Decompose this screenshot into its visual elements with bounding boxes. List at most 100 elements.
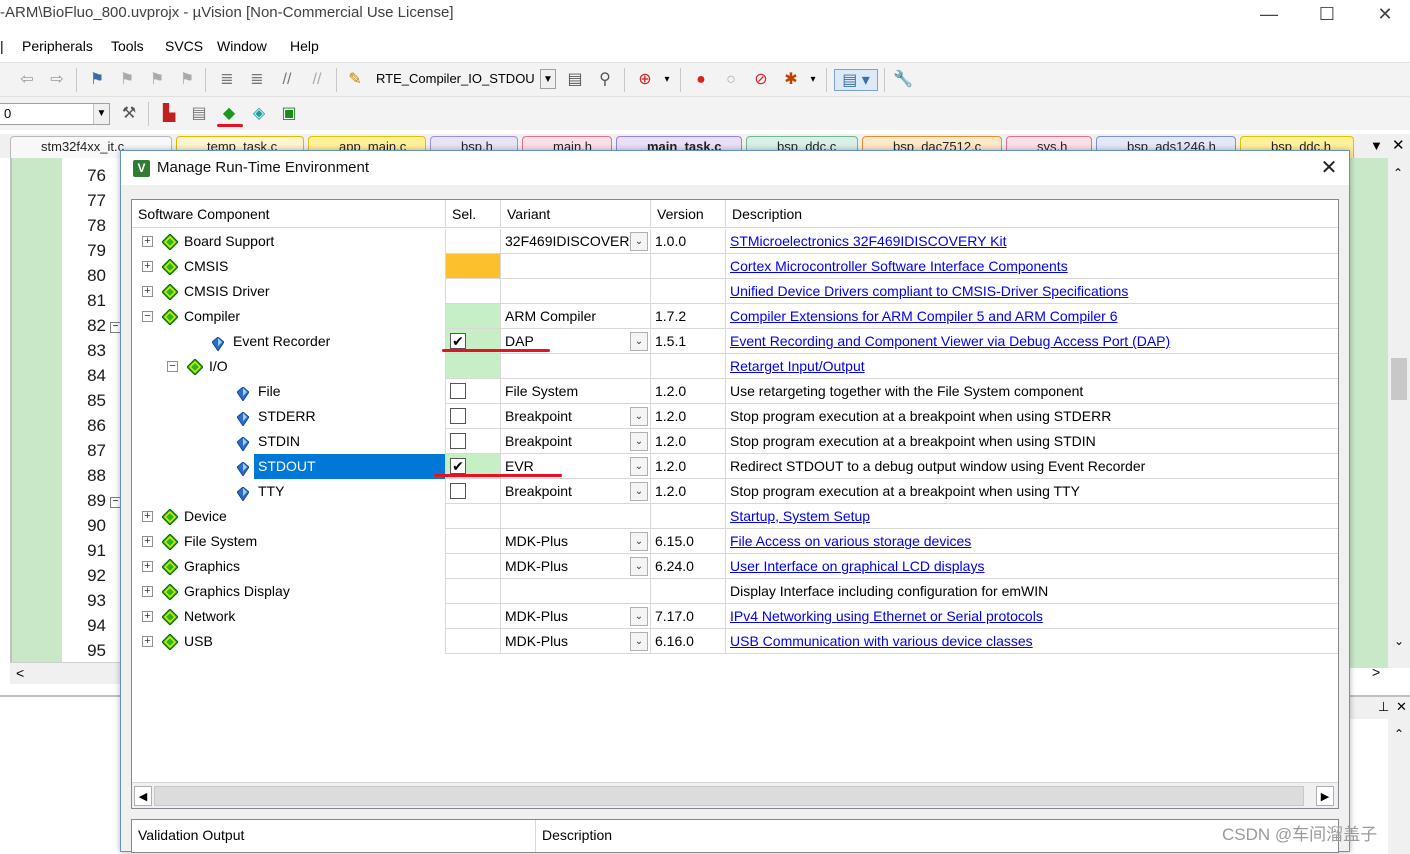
indent-icon[interactable]: ≣ (216, 69, 238, 91)
column-header-description[interactable]: Description (726, 200, 1338, 228)
description-cell[interactable]: STMicroelectronics 32F469IDISCOVERY Kit (726, 229, 1338, 254)
description-cell[interactable]: File Access on various storage devices (726, 529, 1338, 554)
uncomment-icon[interactable]: // (306, 69, 328, 91)
chevron-down-icon[interactable]: ⌄ (630, 457, 648, 476)
component-row[interactable]: − I/O Retarget Input/Output (132, 354, 1338, 379)
description-link[interactable]: File Access on various storage devices (730, 533, 971, 549)
expand-icon[interactable]: + (142, 536, 153, 547)
component-row[interactable]: + File System MDK-Plus ⌄ 6.15.0 File Access o… (132, 529, 1338, 554)
component-row[interactable]: + Device Startup, System Setup (132, 504, 1338, 529)
maximize-button[interactable]: ☐ (1304, 2, 1350, 28)
bookmark-icon[interactable]: ⚑ (86, 69, 108, 91)
target-options-icon[interactable]: ⚒ (118, 103, 140, 125)
menu-svcs[interactable]: SVCS (165, 38, 203, 54)
selection-cell[interactable] (446, 554, 501, 579)
variant-cell[interactable]: Breakpoint ⌄ (501, 429, 651, 454)
prev-bookmark-icon[interactable]: ⚑ (116, 69, 138, 91)
back-icon[interactable]: ⇦ (16, 69, 38, 91)
description-link[interactable]: STMicroelectronics 32F469IDISCOVERY Kit (730, 233, 1006, 249)
column-header-validation-description[interactable]: Description (536, 820, 1338, 852)
component-row[interactable]: + Network MDK-Plus ⌄ 7.17.0 IPv4 Networking u… (132, 604, 1338, 629)
dialog-close-button[interactable]: ✕ (1317, 156, 1341, 180)
chevron-down-icon[interactable]: ⌄ (630, 332, 648, 351)
pack-installer-icon[interactable]: ▣ (278, 103, 300, 125)
collapse-icon[interactable]: − (142, 311, 153, 322)
component-row[interactable]: STDIN Breakpoint ⌄ 1.2.0 Stop program execut… (132, 429, 1338, 454)
expand-icon[interactable]: + (142, 511, 153, 522)
selection-cell[interactable] (446, 579, 501, 604)
description-link[interactable]: Compiler Extensions for ARM Compiler 5 a… (730, 308, 1117, 324)
selection-cell[interactable] (446, 629, 501, 654)
selection-cell[interactable] (446, 604, 501, 629)
select-checkbox[interactable] (450, 383, 466, 399)
column-header-component[interactable]: Software Component (132, 200, 446, 228)
grid-horizontal-scrollbar[interactable]: ◀ ▶ (132, 782, 1338, 808)
debug-session-icon[interactable]: ⊕ (634, 69, 656, 91)
close-tab-icon[interactable]: ✕ (1392, 136, 1405, 154)
find-in-files-icon[interactable]: ✎ (344, 69, 366, 91)
editor-vertical-scrollbar[interactable]: ⌃ ⌄ (1388, 158, 1410, 668)
select-checkbox[interactable] (450, 433, 466, 449)
chevron-down-icon[interactable]: ⌄ (630, 557, 648, 576)
copy-icon[interactable]: ▤ (188, 103, 210, 125)
component-row[interactable]: + Graphics Display Display Interface inclu… (132, 579, 1338, 604)
select-checkbox[interactable]: ✔ (450, 458, 466, 474)
manage-rte-icon[interactable]: ◆ (218, 103, 240, 125)
column-header-variant[interactable]: Variant (501, 200, 651, 228)
variant-cell[interactable]: Breakpoint ⌄ (501, 479, 651, 504)
component-row[interactable]: Event Recorder ✔ DAP ⌄ 1.5.1 Event Recording … (132, 329, 1338, 354)
description-link[interactable]: Event Recording and Component Viewer via… (730, 333, 1170, 349)
column-header-version[interactable]: Version (651, 200, 726, 228)
chevron-down-icon[interactable]: ⌄ (630, 632, 648, 651)
component-row[interactable]: TTY Breakpoint ⌄ 1.2.0 Stop program executio… (132, 479, 1338, 504)
selection-cell[interactable] (446, 279, 501, 304)
variant-cell[interactable]: MDK-Plus ⌄ (501, 604, 651, 629)
scroll-left-icon[interactable]: ◀ (134, 786, 152, 806)
select-checkbox[interactable]: ✔ (450, 333, 466, 349)
description-link[interactable]: USB Communication with various device cl… (730, 633, 1033, 649)
selection-cell[interactable] (446, 479, 501, 504)
chevron-down-icon[interactable]: ⌄ (630, 232, 648, 251)
next-bookmark-icon[interactable]: ⚑ (146, 69, 168, 91)
breakpoint-icon[interactable]: ● (690, 69, 712, 91)
column-header-sel[interactable]: Sel. (446, 200, 501, 228)
selection-cell[interactable] (446, 354, 501, 379)
variant-cell[interactable]: 32F469IDISCOVERY ⌄ (501, 229, 651, 254)
expand-icon[interactable]: + (142, 586, 153, 597)
select-packs-icon[interactable]: ◈ (248, 103, 270, 125)
description-link[interactable]: Retarget Input/Output (730, 358, 865, 374)
kill-breakpoints-icon[interactable]: ✱ (780, 69, 802, 91)
component-row[interactable]: + Board Support 32F469IDISCOVERY ⌄ 1.0.0 STMi… (132, 229, 1338, 254)
incremental-find-icon[interactable]: ⚲ (594, 69, 616, 91)
scroll-left-icon[interactable]: < (16, 665, 24, 681)
chevron-down-icon[interactable]: ⌄ (630, 607, 648, 626)
expand-icon[interactable]: + (142, 261, 153, 272)
scroll-down-icon[interactable]: ⌄ (1394, 634, 1404, 648)
chevron-down-icon[interactable]: ⌄ (630, 482, 648, 501)
menu-peripherals[interactable]: Peripherals (22, 38, 93, 54)
tab-list-icon[interactable]: ▼ (1370, 138, 1383, 153)
description-link[interactable]: Unified Device Drivers compliant to CMSI… (730, 283, 1128, 299)
disable-all-breakpoints-icon[interactable]: ⊘ (750, 69, 772, 91)
selection-cell[interactable] (446, 404, 501, 429)
description-cell[interactable]: User Interface on graphical LCD displays (726, 554, 1338, 579)
manage-project-items-icon[interactable]: ▙ (158, 103, 180, 125)
selection-cell[interactable] (446, 304, 501, 329)
breakpoints-dropdown-icon[interactable]: ▾ (802, 69, 824, 91)
selection-cell[interactable] (446, 429, 501, 454)
component-row[interactable]: + CMSIS Driver Unified Device Drivers comp… (132, 279, 1338, 304)
debug-dropdown-icon[interactable]: ▾ (656, 69, 678, 91)
chevron-down-icon[interactable]: ▼ (93, 104, 109, 124)
description-cell[interactable]: USB Communication with various device cl… (726, 629, 1338, 654)
menu-window[interactable]: Window (217, 38, 267, 54)
variant-cell[interactable]: MDK-Plus ⌄ (501, 629, 651, 654)
editor-area[interactable] (1348, 158, 1388, 668)
config-select[interactable]: 0 ▼ (0, 103, 110, 125)
find-icon[interactable]: ▤ (564, 69, 586, 91)
window-layout-icon[interactable]: ▤ ▾ (834, 69, 878, 91)
column-header-validation[interactable]: Validation Output (132, 820, 536, 852)
description-cell[interactable]: Retarget Input/Output (726, 354, 1338, 379)
expand-icon[interactable]: + (142, 286, 153, 297)
description-cell[interactable]: IPv4 Networking using Ethernet or Serial… (726, 604, 1338, 629)
chevron-down-icon[interactable]: ⌄ (630, 532, 648, 551)
